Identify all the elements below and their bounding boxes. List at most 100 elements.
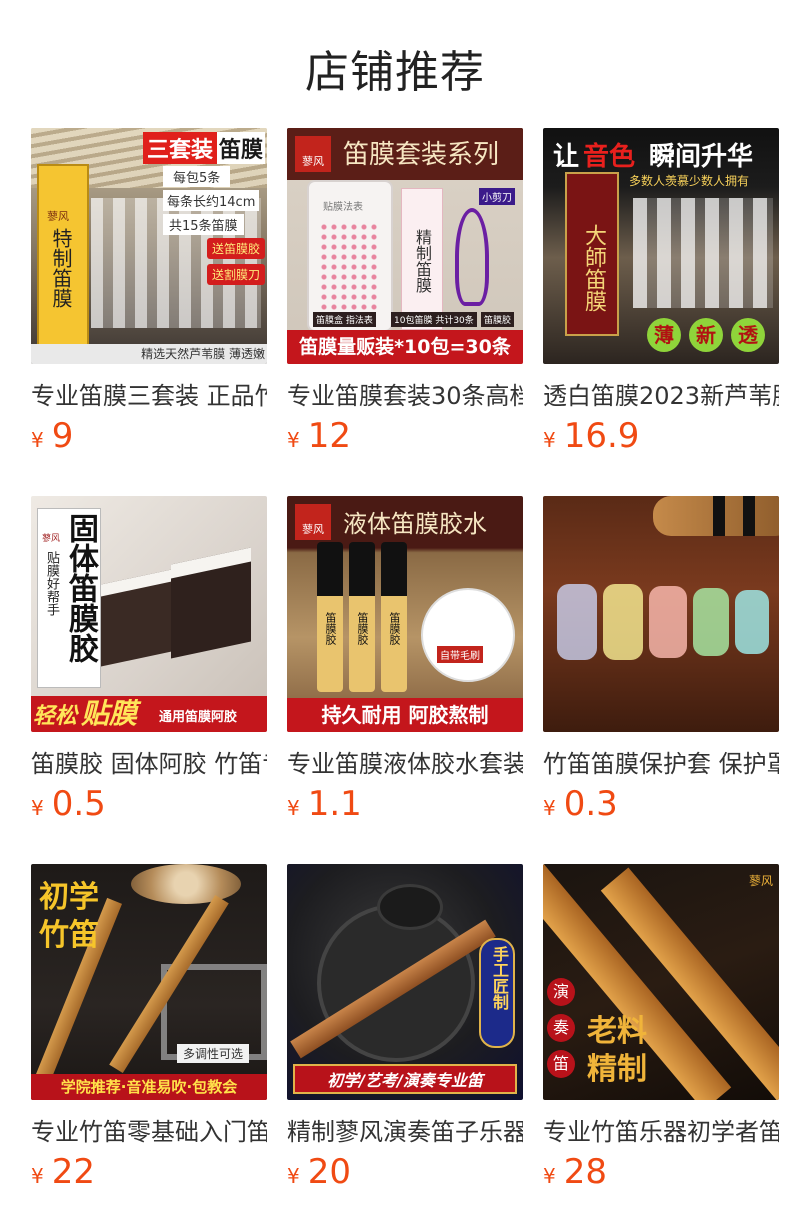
product-title[interactable]: 专业竹笛零基础入门笛子 xyxy=(31,1112,267,1148)
product-card[interactable]: 蓼风 演 奏 笛 老料 精制 专业竹笛乐器初学者笛子 ¥28 xyxy=(543,864,779,1194)
price-value: 16.9 xyxy=(563,416,640,456)
flute-membrane-box-image[interactable]: 蓼风 笛膜套装系列 贴膜法表 精制笛膜 小剪刀 笛膜盒 指法表 10包笛膜 共计… xyxy=(287,128,523,364)
side-badge: 手工匠制 xyxy=(479,938,515,1048)
package-text: 特制笛膜 xyxy=(49,228,73,308)
scissors-icon xyxy=(455,208,489,306)
master-flute-membrane-image[interactable]: 让 音色 瞬间升华 多数人羡慕少数人拥有 大師笛膜 薄 新 透 xyxy=(543,128,779,364)
product-title[interactable]: 竹笛笛膜保护套 保护罩 xyxy=(543,744,779,780)
currency-symbol: ¥ xyxy=(31,428,44,452)
currency-symbol: ¥ xyxy=(287,428,300,452)
product-price: ¥0.5 xyxy=(31,784,106,824)
currency-symbol: ¥ xyxy=(31,1164,44,1188)
protector-sleeve xyxy=(557,584,597,660)
tag-label: 多调性可选 xyxy=(177,1044,250,1063)
image-footer: 精选天然芦苇膜 薄透嫩 xyxy=(31,344,267,364)
image-footer: 通用笛膜阿胶 xyxy=(159,710,238,725)
handmade-flute-image[interactable]: 手工匠制 初学/艺考/演奏专业笛 xyxy=(287,864,523,1100)
currency-symbol: ¥ xyxy=(543,1164,556,1188)
headline-text: 笛膜套装系列 xyxy=(343,140,500,170)
liquid-glue-image[interactable]: 蓼风 液体笛膜胶水 笛膜胶 笛膜胶 笛膜胶 自带毛刷 持久耐用 阿胶熬制 xyxy=(287,496,523,732)
product-price: ¥20 xyxy=(287,1152,351,1192)
product-tag: 笛膜胶 xyxy=(481,312,515,327)
membrane-package: 精制笛膜 xyxy=(401,188,443,330)
headline-text: 精制 xyxy=(587,1052,647,1087)
product-card[interactable]: 蓼风 液体笛膜胶水 笛膜胶 笛膜胶 笛膜胶 自带毛刷 持久耐用 阿胶熬制 专业笛… xyxy=(287,496,523,826)
currency-symbol: ¥ xyxy=(543,428,556,452)
side-circle: 奏 xyxy=(547,1014,575,1042)
product-card[interactable]: 三套装 笛膜 每包5条 每条长约14cm 共15条笛膜 送笛膜胶 送割膜刀 蓼风… xyxy=(31,128,267,458)
product-price: ¥12 xyxy=(287,416,351,456)
product-card[interactable]: 手工匠制 初学/艺考/演奏专业笛 精制蓼风演奏笛子乐器 ¥20 xyxy=(287,864,523,1194)
gift-badge: 送割膜刀 xyxy=(207,264,266,285)
product-price: ¥0.3 xyxy=(543,784,618,824)
glue-bottle: 笛膜胶 xyxy=(349,542,375,692)
side-text: 手工匠制 xyxy=(490,946,509,1010)
page-title: 店铺推荐 xyxy=(305,47,485,98)
footer-highlight: 轻松 xyxy=(33,704,78,729)
currency-symbol: ¥ xyxy=(287,796,300,820)
membrane-protector-image[interactable] xyxy=(543,496,779,732)
product-tag: 10包笛膜 共计30条 xyxy=(391,312,477,327)
price-value: 12 xyxy=(307,416,351,456)
membrane-package: 大師笛膜 xyxy=(565,172,619,336)
product-title[interactable]: 专业笛膜液体胶水套装 xyxy=(287,744,523,780)
headline-text: 液体笛膜胶水 xyxy=(343,510,487,538)
product-price: ¥28 xyxy=(543,1152,607,1192)
spec-label: 共15条笛膜 xyxy=(163,214,244,235)
side-circle: 演 xyxy=(547,978,575,1006)
spec-label: 每包5条 xyxy=(163,166,231,187)
package-text: 固体笛膜胶 xyxy=(63,513,98,663)
image-footer: 持久耐用 阿胶熬制 xyxy=(287,698,523,732)
glue-package: 蓼风 贴膜好帮手 固体笛膜胶 xyxy=(37,508,101,688)
brand-badge: 蓼风 xyxy=(295,136,331,172)
product-card[interactable]: 蓼风 贴膜好帮手 固体笛膜胶 轻松 贴膜 通用笛膜阿胶 笛膜胶 固体阿胶 竹笛专… xyxy=(31,496,267,826)
product-title[interactable]: 专业笛膜三套装 正品竹笛笛膜 xyxy=(31,376,267,412)
product-price: ¥9 xyxy=(31,416,73,456)
product-title[interactable]: 专业竹笛乐器初学者笛子 xyxy=(543,1112,779,1148)
package-text: 精制笛膜 xyxy=(413,229,432,293)
headline-box: 三套装 xyxy=(143,132,218,164)
protector-sleeve xyxy=(693,588,729,656)
price-value: 20 xyxy=(307,1152,351,1192)
product-title[interactable]: 透白笛膜2023新芦苇膜 xyxy=(543,376,779,412)
membrane-case: 贴膜法表 xyxy=(307,180,393,332)
brand-badge: 蓼风 xyxy=(295,504,331,540)
brand-label: 蓼风 xyxy=(749,874,774,888)
price-value: 0.3 xyxy=(563,784,618,824)
product-title[interactable]: 笛膜胶 固体阿胶 竹笛专用 xyxy=(31,744,267,780)
product-card[interactable]: 竹笛笛膜保护套 保护罩 ¥0.3 xyxy=(543,496,779,826)
price-value: 0.5 xyxy=(51,784,106,824)
bottle-label: 笛膜胶 xyxy=(324,612,337,645)
footer-highlight: 贴膜 xyxy=(81,697,138,730)
headline-text: 笛膜 xyxy=(217,132,266,164)
price-value: 22 xyxy=(51,1152,95,1192)
side-circle: 笛 xyxy=(547,1050,575,1078)
headline-text: 竹笛 xyxy=(39,918,99,953)
flute-membrane-set-image[interactable]: 三套装 笛膜 每包5条 每条长约14cm 共15条笛膜 送笛膜胶 送割膜刀 蓼风… xyxy=(31,128,267,364)
currency-symbol: ¥ xyxy=(31,796,44,820)
protector-sleeve xyxy=(649,586,687,658)
brand-label: 蓼风 xyxy=(47,210,69,223)
headline-sub: 多数人羡慕少数人拥有 xyxy=(629,174,750,188)
product-title[interactable]: 专业笛膜套装30条高档 xyxy=(287,376,523,412)
protector-sleeve xyxy=(735,590,769,654)
bottle-label: 笛膜胶 xyxy=(388,612,401,645)
membrane-package: 蓼风 特制笛膜 xyxy=(37,164,89,354)
glue-bottle: 笛膜胶 xyxy=(381,542,407,692)
product-title[interactable]: 精制蓼风演奏笛子乐器 xyxy=(287,1112,523,1148)
brush-circle xyxy=(421,588,515,682)
product-card[interactable]: 让 音色 瞬间升华 多数人羡慕少数人拥有 大師笛膜 薄 新 透 透白笛膜2023… xyxy=(543,128,779,458)
solid-glue-image[interactable]: 蓼风 贴膜好帮手 固体笛膜胶 轻松 贴膜 通用笛膜阿胶 xyxy=(31,496,267,732)
product-card[interactable]: 蓼风 笛膜套装系列 贴膜法表 精制笛膜 小剪刀 笛膜盒 指法表 10包笛膜 共计… xyxy=(287,128,523,458)
brand-label: 蓼风 xyxy=(42,534,61,544)
feature-badge: 新 xyxy=(689,318,723,352)
beginner-flute-image[interactable]: 初学 竹笛 多调性可选 学院推荐·音准易吹·包教会 xyxy=(31,864,267,1100)
price-value: 9 xyxy=(51,416,74,456)
gift-badge: 送笛膜胶 xyxy=(207,238,266,259)
image-footer: 学院推荐·音准易吹·包教会 xyxy=(31,1074,267,1100)
protector-sleeve xyxy=(603,584,643,660)
aged-bamboo-flute-image[interactable]: 蓼风 演 奏 笛 老料 精制 xyxy=(543,864,779,1100)
box-label: 贴膜法表 xyxy=(323,202,363,213)
image-footer: 笛膜量贩装*10包=30条 xyxy=(287,330,523,364)
product-card[interactable]: 初学 竹笛 多调性可选 学院推荐·音准易吹·包教会 专业竹笛零基础入门笛子 ¥2… xyxy=(31,864,267,1194)
